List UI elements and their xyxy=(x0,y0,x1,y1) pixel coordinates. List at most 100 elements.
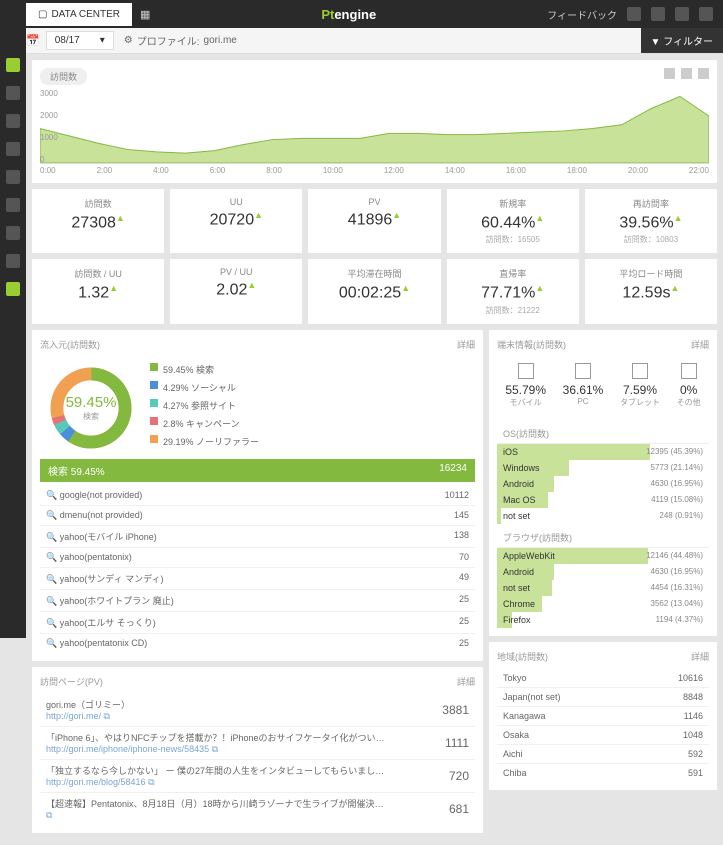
feedback-link[interactable]: フィードバック xyxy=(547,7,617,22)
sidebar-globe-icon[interactable] xyxy=(6,114,20,128)
page-row[interactable]: 「独立するなら今しかない」 ー 僕の27年間の人生をインタビューしてもらいました… xyxy=(40,760,475,793)
source-row[interactable]: 🔍 yahoo(pentatonix)70 xyxy=(40,548,475,568)
sidebar-chevron-icon[interactable] xyxy=(6,282,20,296)
device-icon xyxy=(575,363,591,379)
source-row[interactable]: 🔍 yahoo(pentatonix CD)25 xyxy=(40,634,475,653)
kpi-card: PV41896▲ xyxy=(308,189,440,253)
tab-label: DATA CENTER xyxy=(51,9,120,20)
device-item: 36.61%PC xyxy=(563,363,604,408)
expand-icon[interactable] xyxy=(698,68,709,79)
page-row[interactable]: 「iPhone 6」、やはりNFCチップを搭載か？！iPhoneのおサイフケータ… xyxy=(40,727,475,760)
grid-icon[interactable]: ▦ xyxy=(140,8,150,21)
bar-row[interactable]: Android4630 (16.95%) xyxy=(497,476,709,492)
date-value: 08/17 xyxy=(55,35,80,46)
panel-title: 訪問ページ(PV) xyxy=(40,675,103,688)
sidebar xyxy=(0,28,26,638)
detail-link[interactable]: 詳細 xyxy=(691,338,709,351)
source-row[interactable]: 🔍 google(not provided)10112 xyxy=(40,486,475,506)
bar-row[interactable]: iOS12395 (45.39%) xyxy=(497,444,709,460)
help-icon[interactable] xyxy=(699,7,713,21)
region-row[interactable]: Japan(not set)8848 xyxy=(497,688,709,707)
refresh-icon[interactable] xyxy=(664,68,675,79)
device-icon xyxy=(681,363,697,379)
region-row[interactable]: Osaka1048 xyxy=(497,726,709,745)
kpi-card: PV / UU2.02▲ xyxy=(170,259,302,323)
sidebar-desktop-icon[interactable] xyxy=(6,170,20,184)
copy-icon[interactable] xyxy=(681,68,692,79)
main-chart-panel: 訪問数 3000200010000 0:002:004:006:008:0010… xyxy=(32,60,717,183)
detail-link[interactable]: 詳細 xyxy=(691,650,709,663)
region-row[interactable]: Chiba591 xyxy=(497,764,709,782)
sources-panel: 流入元(訪問数) 詳細 59.45% xyxy=(32,330,483,661)
logo: Ptengine xyxy=(321,7,376,22)
sidebar-chart-icon[interactable] xyxy=(6,226,20,240)
profile-selector[interactable]: ⚙ プロファイル: gori.me xyxy=(124,33,237,48)
kpi-row-2: 訪問数 / UU1.32▲PV / UU2.02▲平均滞在時間00:02:25▲… xyxy=(32,259,717,323)
regions-panel: 地域(訪問数) 詳細 Tokyo10616Japan(not set)8848K… xyxy=(489,642,717,790)
visits-area-chart: 3000200010000 xyxy=(40,89,709,164)
bar-row[interactable]: Mac OS4119 (15.08%) xyxy=(497,492,709,508)
filter-icon: ▼ xyxy=(651,37,664,48)
bar-row[interactable]: AppleWebKit12146 (44.48%) xyxy=(497,548,709,564)
panel-title: 流入元(訪問数) xyxy=(40,338,100,351)
device-item: 7.59%タブレット xyxy=(620,363,660,408)
topbar: ▢ DATA CENTER ▦ Ptengine フィードバック xyxy=(0,0,723,28)
page-row[interactable]: 【超速報】Pentatonix、8月18日（月）18時から川崎ラゾーナで生ライブ… xyxy=(40,793,475,825)
panel-title: 端末情報(訪問数) xyxy=(497,338,566,351)
kpi-card: 平均ロード時間12.59s▲ xyxy=(585,259,717,323)
sidebar-megaphone-icon[interactable] xyxy=(6,254,20,268)
kpi-card: 直帰率77.71%▲訪問数：21222 xyxy=(447,259,579,323)
donut-pct: 59.45% xyxy=(46,394,136,411)
sources-legend: 59.45% 検索4.29% ソーシャル4.27% 参照サイト2.8% キャンペ… xyxy=(150,363,259,453)
page-row[interactable]: gori.me（ゴリミー）http://gori.me/ ⧉3881 xyxy=(40,694,475,727)
device-item: 0%その他 xyxy=(677,363,701,408)
os-section-title: OS(訪問数) xyxy=(497,424,709,444)
kpi-card: UU20720▲ xyxy=(170,189,302,253)
source-row[interactable]: 🔍 dmenu(not provided)145 xyxy=(40,506,475,526)
sidebar-sliders-icon[interactable] xyxy=(6,86,20,100)
source-row[interactable]: 🔍 yahoo(モバイル iPhone)138 xyxy=(40,526,475,548)
calendar-icon[interactable]: 📅 xyxy=(26,34,40,47)
browser-section-title: ブラウザ(訪問数) xyxy=(497,528,709,548)
subbar: 📅 08/17 ▾ ⚙ プロファイル: gori.me ▼ フィルター xyxy=(0,28,723,54)
kpi-card: 平均滞在時間00:02:25▲ xyxy=(308,259,440,323)
search-category-bar: 検索 59.45% 16234 xyxy=(40,459,475,482)
chevron-down-icon: ▾ xyxy=(100,35,105,46)
tab-datacenter[interactable]: ▢ DATA CENTER xyxy=(26,3,132,26)
bar-row[interactable]: Chrome3562 (13.04%) xyxy=(497,596,709,612)
pages-panel: 訪問ページ(PV) 詳細 gori.me（ゴリミー）http://gori.me… xyxy=(32,667,483,833)
profile-icon: ⚙ xyxy=(124,35,133,46)
bar-row[interactable]: not set248 (0.91%) xyxy=(497,508,709,524)
bar-row[interactable]: Windows5773 (21.14%) xyxy=(497,460,709,476)
bar-row[interactable]: Firefox1194 (4.37%) xyxy=(497,612,709,628)
devices-panel: 端末情報(訪問数) 詳細 55.79%モバイル 36.61%PC 7.59%タブレッ… xyxy=(489,330,717,636)
source-row[interactable]: 🔍 yahoo(ホワイトプラン 廃止)25 xyxy=(40,590,475,612)
bar-row[interactable]: Android4630 (16.95%) xyxy=(497,564,709,580)
sidebar-mobile-icon[interactable] xyxy=(6,142,20,156)
sidebar-grid-icon[interactable] xyxy=(6,58,20,72)
user-icon[interactable] xyxy=(651,7,665,21)
filter-button[interactable]: ▼ フィルター xyxy=(641,28,723,53)
kpi-card: 再訪問率39.56%▲訪問数：10803 xyxy=(585,189,717,253)
source-row[interactable]: 🔍 yahoo(エルサ そっくり)25 xyxy=(40,612,475,634)
source-row[interactable]: 🔍 yahoo(サンディ マンディ)49 xyxy=(40,568,475,590)
gear-icon[interactable] xyxy=(675,7,689,21)
bar-row[interactable]: not set4454 (16.31%) xyxy=(497,580,709,596)
region-row[interactable]: Tokyo10616 xyxy=(497,669,709,688)
donut-label: 検索 xyxy=(46,411,136,422)
date-picker[interactable]: 08/17 ▾ xyxy=(46,31,114,50)
chart-metric-pill[interactable]: 訪問数 xyxy=(40,68,87,85)
kpi-card: 訪問数 / UU1.32▲ xyxy=(32,259,164,323)
list-icon[interactable] xyxy=(627,7,641,21)
device-icon xyxy=(518,363,534,379)
detail-link[interactable]: 詳細 xyxy=(457,675,475,688)
panel-title: 地域(訪問数) xyxy=(497,650,548,663)
region-row[interactable]: Kanagawa1146 xyxy=(497,707,709,726)
monitor-icon: ▢ xyxy=(38,9,47,20)
region-row[interactable]: Aichi592 xyxy=(497,745,709,764)
kpi-row-1: 訪問数27308▲UU20720▲PV41896▲新規率60.44%▲訪問数：1… xyxy=(32,189,717,253)
device-item: 55.79%モバイル xyxy=(505,363,546,408)
detail-link[interactable]: 詳細 xyxy=(457,338,475,351)
device-icon xyxy=(632,363,648,379)
sidebar-world-icon[interactable] xyxy=(6,198,20,212)
